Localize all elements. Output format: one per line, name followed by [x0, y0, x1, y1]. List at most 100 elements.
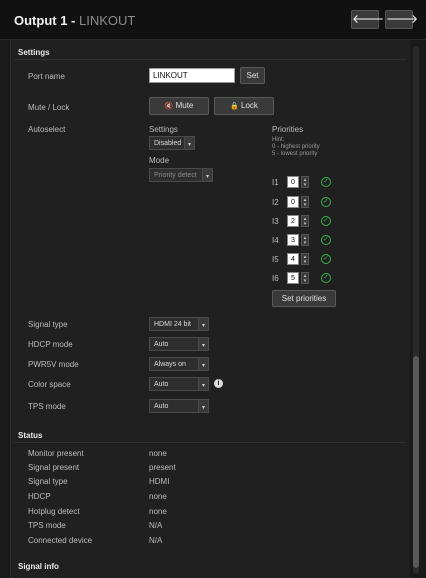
- info-icon[interactable]: i: [214, 379, 223, 388]
- priority-input[interactable]: 5: [287, 272, 299, 284]
- lock-icon: 🔒: [230, 103, 239, 110]
- priority-stepper[interactable]: ▴ ▾: [301, 234, 309, 246]
- next-button[interactable]: 🡒: [385, 10, 418, 29]
- chevron-down-icon: ▾: [198, 338, 208, 350]
- arrow-left-icon: 🡐: [352, 12, 385, 26]
- window-header: Output 1 - LINKOUT 🡐 🡒: [0, 0, 426, 40]
- chevron-down-icon: ▾: [198, 358, 208, 370]
- priority-stepper[interactable]: ▴ ▾: [301, 176, 309, 188]
- set-priorities-button[interactable]: Set priorities: [272, 290, 336, 307]
- autoselect-mode-select[interactable]: Priority detect ▾: [149, 168, 213, 182]
- pwr5v-mode-label: PWR5V mode: [28, 360, 79, 369]
- priority-input[interactable]: 4: [287, 253, 299, 265]
- status-divider: [14, 442, 406, 443]
- mute-icon: 🔇: [164, 103, 174, 110]
- port-name-input[interactable]: LINKOUT: [149, 68, 235, 83]
- signal-info-section-title: Signal info: [18, 562, 59, 571]
- tps-mode-label: TPS mode: [28, 402, 66, 411]
- status-row-label: Signal present: [28, 463, 80, 472]
- signal-type-select[interactable]: HDMI 24 bit ▾: [149, 317, 209, 331]
- status-row-value: none: [149, 507, 167, 516]
- title-port-name: LINKOUT: [79, 13, 136, 28]
- status-row-label: Hotplug detect: [28, 507, 80, 516]
- priority-stepper[interactable]: ▴ ▾: [301, 215, 309, 227]
- check-icon: ✓: [321, 235, 331, 245]
- check-icon: ✓: [321, 273, 331, 283]
- previous-button[interactable]: 🡐: [351, 10, 384, 29]
- check-icon: ✓: [321, 177, 331, 187]
- priorities-hint-highest: 0 - highest priority: [272, 144, 320, 150]
- status-row-label: HDCP: [28, 492, 51, 501]
- priorities-hint-lowest: 5 - lowest priority: [272, 151, 318, 157]
- check-icon: ✓: [321, 254, 331, 264]
- hdcp-mode-value: Auto: [154, 341, 169, 348]
- settings-section-title: Settings: [18, 48, 50, 57]
- status-row-label: Connected device: [28, 536, 93, 545]
- page-title: Output 1 - LINKOUT: [14, 13, 135, 28]
- priority-input-label: I5: [272, 255, 279, 264]
- mute-button-label: Mute: [175, 101, 194, 110]
- arrow-right-icon: 🡒: [386, 12, 419, 26]
- color-space-select[interactable]: Auto ▾: [149, 377, 209, 391]
- autoselect-settings-select[interactable]: Disabled ▾: [149, 136, 195, 150]
- priority-stepper[interactable]: ▴ ▾: [301, 196, 309, 208]
- status-row-value: N/A: [149, 521, 163, 530]
- pwr5v-mode-select[interactable]: Always on ▾: [149, 357, 209, 371]
- status-row-label: TPS mode: [28, 521, 66, 530]
- priority-input-label: I3: [272, 217, 279, 226]
- priorities-hint: Hint: 0 - highest priority 5 - lowest pr…: [272, 137, 320, 158]
- signal-type-label: Signal type: [28, 320, 68, 329]
- port-name-label: Port name: [28, 72, 65, 81]
- status-row-value: HDMI: [149, 477, 170, 486]
- hdcp-mode-label: HDCP mode: [28, 340, 73, 349]
- signal-type-value: HDMI 24 bit: [154, 321, 191, 328]
- priorities-hint-title: Hint:: [272, 137, 285, 143]
- autoselect-mode-value: Priority detect: [154, 172, 197, 179]
- mute-button[interactable]: 🔇 Mute: [149, 97, 209, 115]
- priority-input-label: I1: [272, 178, 279, 187]
- autoselect-label: Autoselect: [28, 125, 66, 134]
- autoselect-settings-value: Disabled: [154, 140, 182, 147]
- priorities-label: Priorities: [272, 125, 304, 134]
- set-port-name-button[interactable]: Set: [240, 67, 265, 84]
- lock-button-label: Lock: [241, 101, 258, 110]
- status-row-value: N/A: [149, 536, 163, 545]
- lock-button[interactable]: 🔒 Lock: [214, 97, 274, 115]
- status-row-value: none: [149, 492, 167, 501]
- tps-mode-value: Auto: [154, 403, 169, 410]
- settings-divider: [14, 59, 406, 60]
- priority-input-label: I2: [272, 198, 279, 207]
- title-text: Output 1 -: [14, 13, 79, 28]
- status-row-value: present: [149, 463, 176, 472]
- chevron-down-icon: ▾: [198, 378, 208, 390]
- pwr5v-mode-value: Always on: [154, 361, 186, 368]
- chevron-down-icon: ▾: [198, 400, 208, 412]
- status-row-value: none: [149, 449, 167, 458]
- color-space-value: Auto: [154, 381, 169, 388]
- chevron-down-icon: ▾: [202, 169, 212, 181]
- priority-input[interactable]: 0: [287, 176, 299, 188]
- chevron-down-icon: ▾: [198, 318, 208, 330]
- color-space-label: Color space: [28, 380, 71, 389]
- mute-lock-label: Mute / Lock: [28, 103, 70, 112]
- check-icon: ✓: [321, 216, 331, 226]
- priority-input[interactable]: 2: [287, 215, 299, 227]
- tps-mode-select[interactable]: Auto ▾: [149, 399, 209, 413]
- scrollbar[interactable]: [413, 46, 419, 574]
- autoselect-settings-label: Settings: [149, 125, 178, 134]
- content-panel: [10, 40, 410, 578]
- check-icon: ✓: [321, 197, 331, 207]
- scrollbar-thumb[interactable]: [413, 356, 419, 568]
- priority-stepper[interactable]: ▴ ▾: [301, 253, 309, 265]
- hdcp-mode-select[interactable]: Auto ▾: [149, 337, 209, 351]
- status-section-title: Status: [18, 431, 43, 440]
- priority-input-label: I4: [272, 236, 279, 245]
- autoselect-mode-label: Mode: [149, 156, 170, 165]
- priority-input-label: I6: [272, 274, 279, 283]
- chevron-down-icon: ▾: [184, 137, 194, 149]
- status-row-label: Signal type: [28, 477, 68, 486]
- priority-stepper[interactable]: ▴ ▾: [301, 272, 309, 284]
- status-row-label: Monitor present: [28, 449, 84, 458]
- priority-input[interactable]: 3: [287, 234, 299, 246]
- priority-input[interactable]: 0: [287, 196, 299, 208]
